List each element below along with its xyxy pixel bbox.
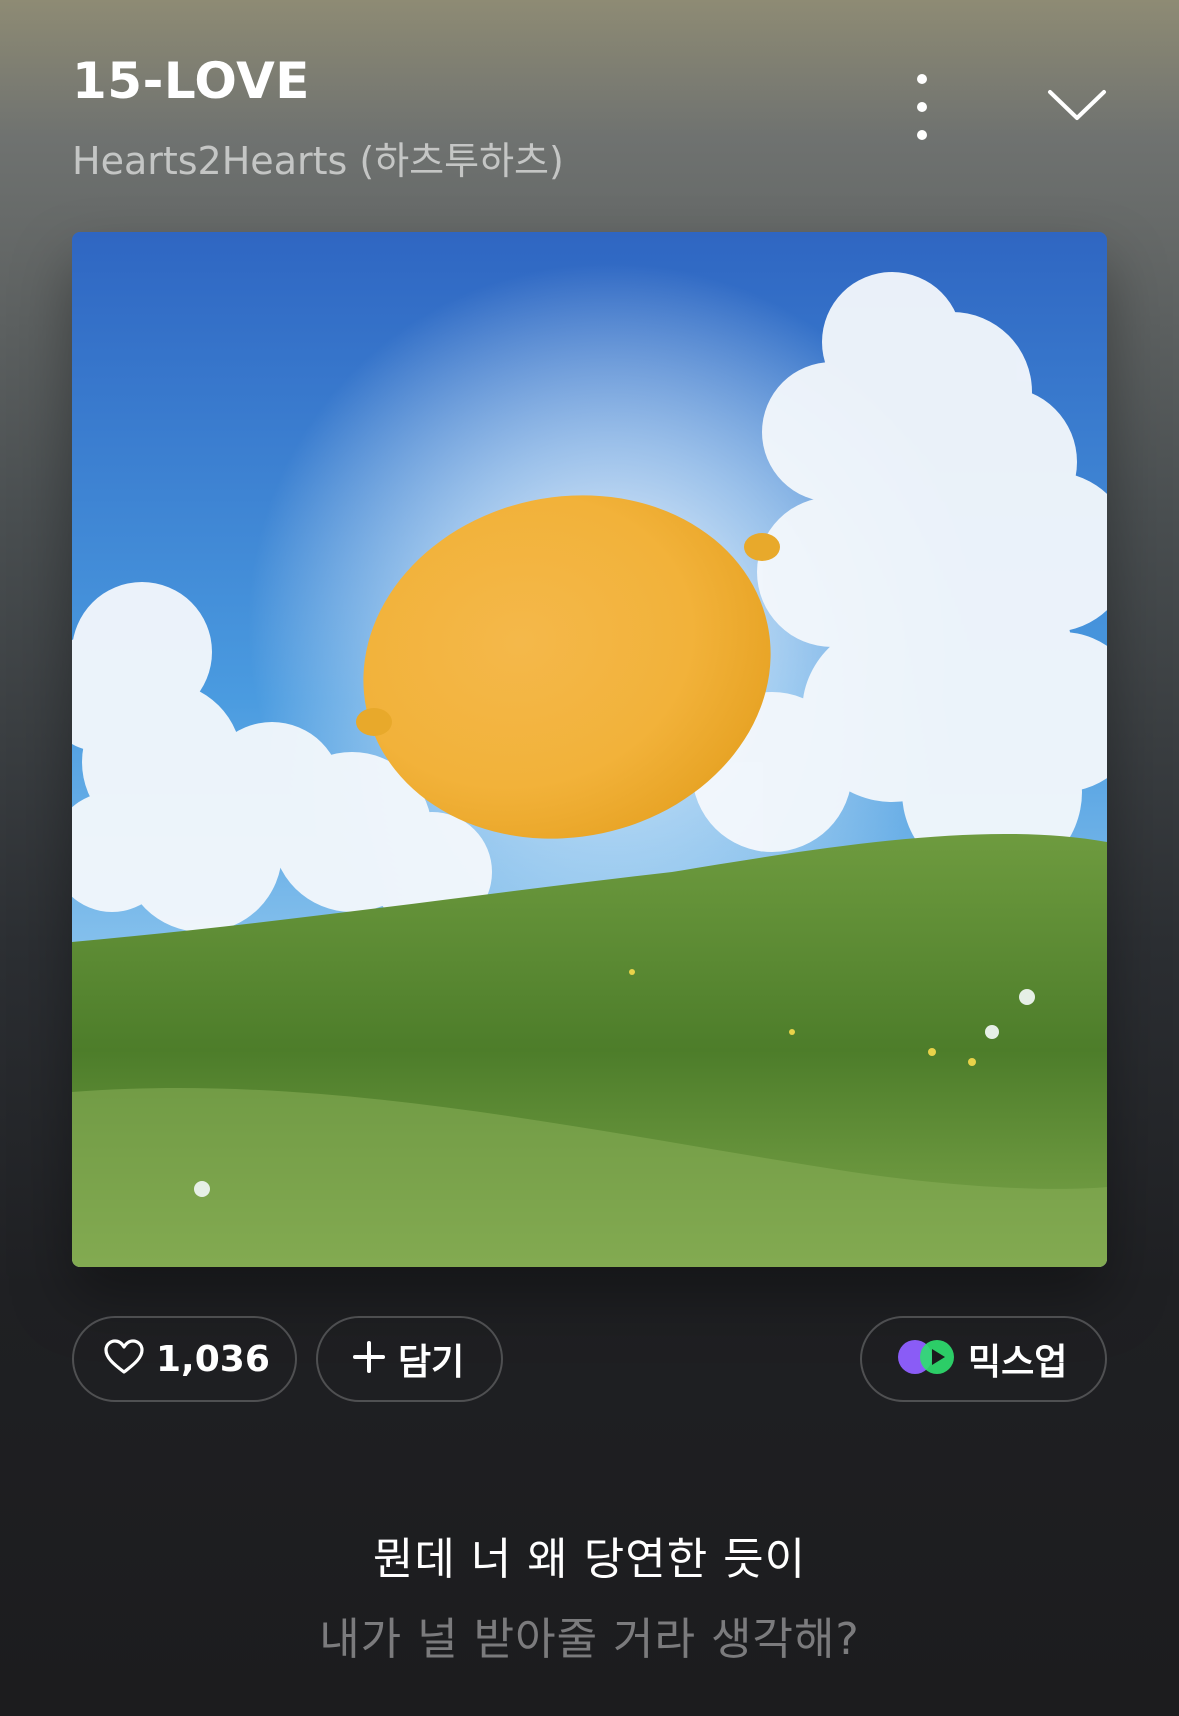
plus-icon (352, 1340, 386, 1378)
add-label: 담기 (398, 1342, 465, 1383)
player-header: 15-LOVE Hearts2Hearts (하츠투하츠) (72, 52, 1112, 185)
lyrics-panel[interactable]: 뭔데 너 왜 당연한 듯이 내가 널 받아줄 거라 생각해? (0, 1520, 1179, 1680)
mixup-button[interactable]: 믹스업 (860, 1316, 1107, 1402)
add-to-playlist-button[interactable]: 담기 (316, 1316, 503, 1402)
artist-name[interactable]: Hearts2Hearts (하츠투하츠) (72, 130, 564, 185)
action-bar: 1,036 담기 믹스업 (72, 1316, 1107, 1404)
heart-icon (104, 1339, 144, 1379)
lyric-current-line[interactable]: 뭔데 너 왜 당연한 듯이 (0, 1520, 1179, 1600)
chevron-down-icon (1048, 90, 1106, 120)
song-title: 15-LOVE (72, 52, 310, 110)
like-button[interactable]: 1,036 (72, 1316, 297, 1402)
mixup-label: 믹스업 (968, 1342, 1068, 1383)
like-count: 1,036 (156, 1338, 270, 1380)
collapse-player-button[interactable] (1042, 80, 1112, 130)
lyric-next-line[interactable]: 내가 널 받아줄 거라 생각해? (0, 1600, 1179, 1680)
album-art (72, 232, 1107, 1267)
album-cover-lemon-sky-icon (72, 232, 1107, 1267)
mixup-icon (896, 1338, 956, 1380)
more-options-button[interactable] (902, 74, 942, 140)
